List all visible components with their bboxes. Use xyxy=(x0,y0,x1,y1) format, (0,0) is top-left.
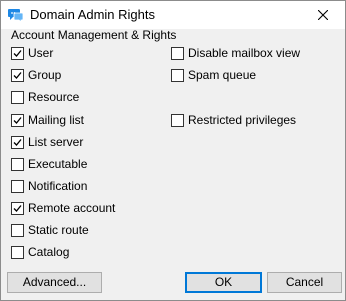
checkbox-executable-label: Executable xyxy=(28,157,88,171)
close-icon xyxy=(318,10,328,20)
checkbox-group-label: Group xyxy=(28,68,62,82)
cancel-button[interactable]: Cancel xyxy=(267,272,342,293)
checkbox-notification-label: Notification xyxy=(28,179,88,193)
checkbox-spam-queue-box[interactable] xyxy=(171,69,184,82)
checkbox-notification-box[interactable] xyxy=(11,180,24,193)
checkbox-group-box[interactable] xyxy=(11,69,24,82)
account-management-group-label: Account Management & Rights xyxy=(11,28,177,42)
checkbox-remote-account-label: Remote account xyxy=(28,201,116,215)
checkbox-catalog-box[interactable] xyxy=(11,246,24,259)
checkbox-restricted-privileges-box[interactable] xyxy=(171,114,184,127)
checkbox-static-route-box[interactable] xyxy=(11,224,24,237)
ok-button[interactable]: OK xyxy=(185,272,262,293)
checkbox-disable-mailbox-view-box[interactable] xyxy=(171,47,184,60)
checkbox-list-server-box[interactable] xyxy=(11,136,24,149)
checkbox-catalog-label: Catalog xyxy=(28,245,70,259)
checkbox-resource-label: Resource xyxy=(28,90,80,104)
checkbox-static-route-label: Static route xyxy=(28,223,89,237)
checkmark-icon xyxy=(13,139,22,146)
checkbox-remote-account-box[interactable] xyxy=(11,202,24,215)
checkmark-icon xyxy=(13,50,22,57)
checkbox-list-server-label: List server xyxy=(28,135,84,149)
checkmark-icon xyxy=(13,72,22,79)
checkbox-resource-box[interactable] xyxy=(11,91,24,104)
checkbox-user-box[interactable] xyxy=(11,47,24,60)
checkmark-icon xyxy=(13,205,22,212)
chat-bubbles-icon xyxy=(8,7,24,23)
advanced-button[interactable]: Advanced... xyxy=(7,272,102,293)
checkbox-user-label: User xyxy=(28,46,54,60)
window-title: Domain Admin Rights xyxy=(30,7,155,22)
checkbox-disable-mailbox-view-label: Disable mailbox view xyxy=(188,46,301,60)
title-bar[interactable]: Domain Admin Rights xyxy=(1,1,345,29)
checkmark-icon xyxy=(13,117,22,124)
checkbox-spam-queue-label: Spam queue xyxy=(188,68,257,82)
close-button[interactable] xyxy=(301,1,345,29)
checkbox-restricted-privileges-label: Restricted privileges xyxy=(188,113,297,127)
checkbox-mailing-list-box[interactable] xyxy=(11,114,24,127)
checkbox-mailing-list-label: Mailing list xyxy=(28,113,85,127)
checkbox-executable-box[interactable] xyxy=(11,158,24,171)
domain-admin-rights-dialog: Domain Admin Rights Account Management &… xyxy=(0,0,346,301)
